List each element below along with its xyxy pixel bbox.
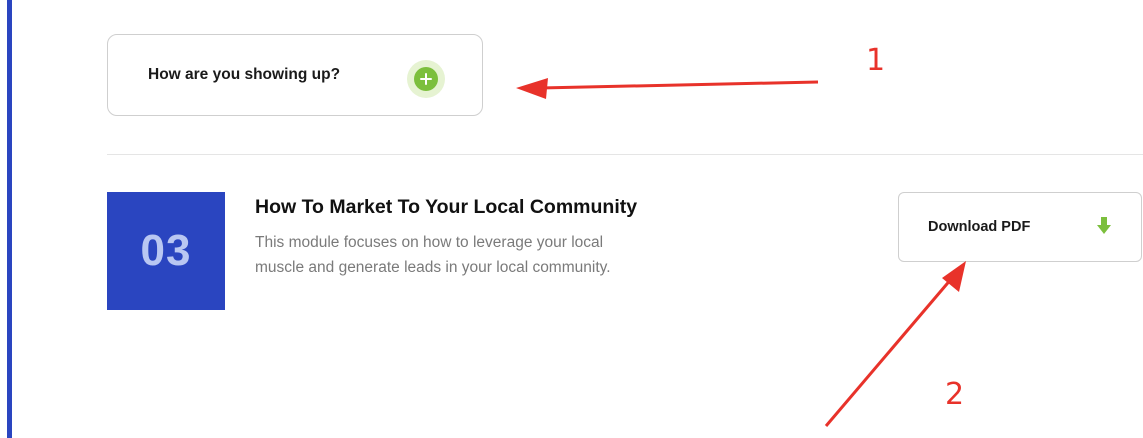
- page: How are you showing up? 03 How To Market…: [0, 0, 1143, 438]
- annotation-arrowhead-2: [942, 261, 966, 292]
- accordion-label: How are you showing up?: [148, 66, 341, 83]
- module-title: How To Market To Your Local Community: [255, 196, 638, 218]
- annotation-arrow-2: [824, 277, 954, 427]
- section-divider: [107, 154, 1143, 155]
- plus-circle-icon: [414, 67, 438, 91]
- annotation-arrowhead-1: [516, 78, 548, 99]
- expand-button[interactable]: [407, 60, 445, 98]
- module-number: 03: [140, 226, 192, 275]
- module-number-badge: 03: [107, 192, 225, 310]
- annotation-arrow-1: [539, 80, 819, 90]
- annotation-marker-1: 1: [866, 43, 886, 78]
- download-pdf-button[interactable]: Download PDF: [898, 192, 1142, 262]
- download-arrow-icon: [1097, 217, 1111, 234]
- accordion-how-are-you-showing-up[interactable]: How are you showing up?: [107, 34, 483, 116]
- left-accent-bar: [7, 0, 12, 438]
- download-pdf-label: Download PDF: [928, 219, 1031, 235]
- module-description: This module focuses on how to leverage y…: [255, 234, 611, 276]
- annotation-marker-2: 2: [945, 377, 965, 412]
